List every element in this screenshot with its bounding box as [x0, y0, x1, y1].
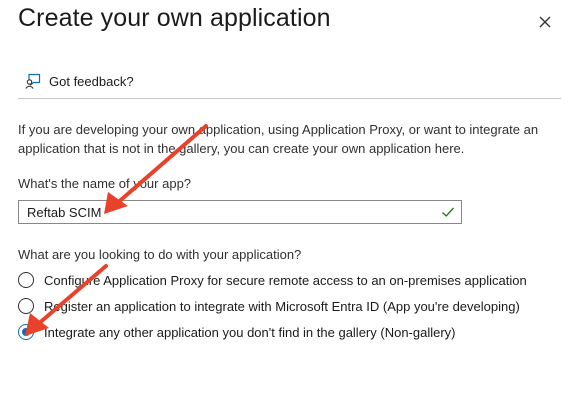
purpose-question: What are you looking to do with your app…	[18, 247, 302, 262]
app-name-field[interactable]	[18, 200, 462, 224]
close-button[interactable]	[534, 11, 556, 33]
create-app-panel: Create your own application Got feedback…	[0, 0, 574, 416]
description-text: If you are developing your own applicati…	[18, 122, 539, 156]
header-divider	[18, 98, 561, 99]
feedback-label: Got feedback?	[49, 73, 134, 89]
app-name-label: What's the name of your app?	[18, 176, 192, 191]
radio-register-app[interactable]	[18, 298, 34, 314]
radio-selected-dot	[22, 328, 30, 336]
checkmark-icon	[442, 207, 454, 217]
feedback-button[interactable]: Got feedback?	[24, 70, 134, 92]
option-register-app-label: Register an application to integrate wit…	[44, 298, 520, 314]
panel-title: Create your own application	[18, 4, 331, 32]
option-non-gallery[interactable]: Integrate any other application you don'…	[18, 322, 456, 342]
radio-app-proxy[interactable]	[18, 272, 34, 288]
radio-non-gallery[interactable]	[18, 324, 34, 340]
close-icon	[539, 16, 551, 28]
option-register-app[interactable]: Register an application to integrate wit…	[18, 296, 520, 316]
option-app-proxy[interactable]: Configure Application Proxy for secure r…	[18, 270, 527, 290]
option-app-proxy-label: Configure Application Proxy for secure r…	[44, 272, 527, 288]
feedback-icon	[25, 73, 41, 89]
app-name-input[interactable]	[27, 201, 427, 223]
option-non-gallery-label: Integrate any other application you don'…	[44, 324, 456, 340]
